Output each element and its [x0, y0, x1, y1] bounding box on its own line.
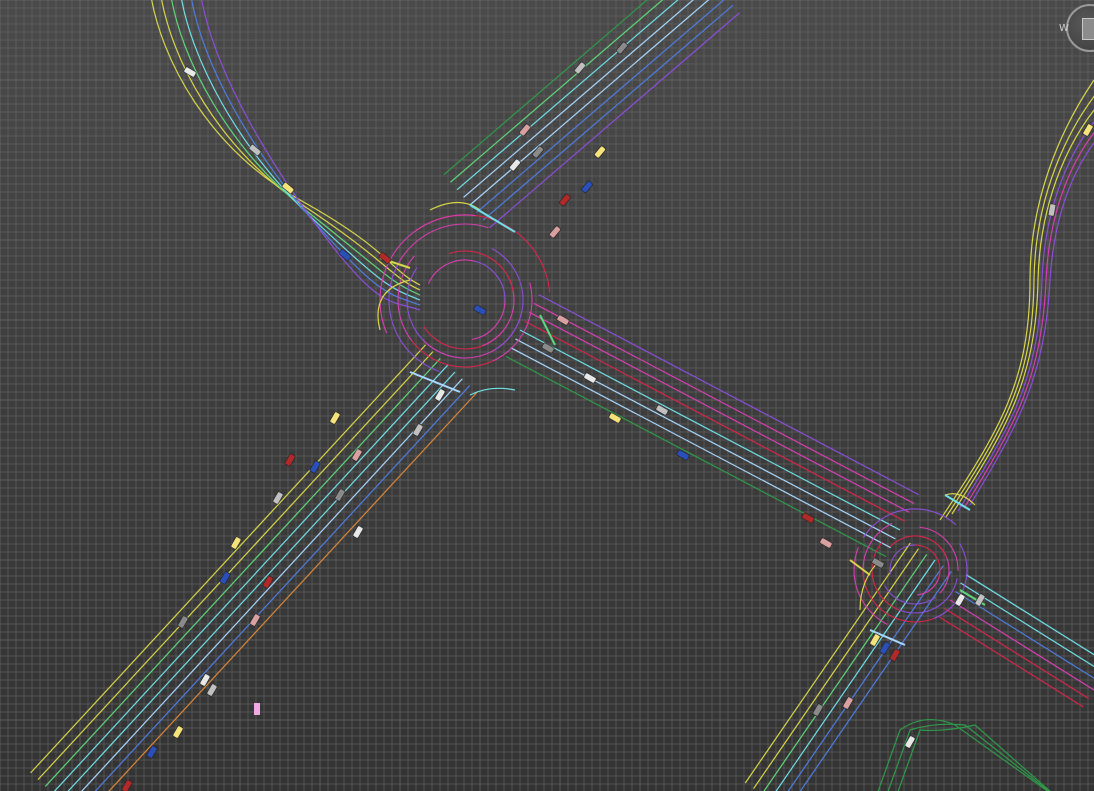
lane-line-sw-arterial-6[interactable]	[75, 385, 471, 791]
lane-line-east-arterial-s-1[interactable]	[753, 548, 920, 790]
lane-line-ne-arterial-7[interactable]	[489, 12, 740, 229]
vehicle[interactable]	[616, 41, 628, 55]
lane-line-se-arm-4[interactable]	[519, 329, 901, 531]
vehicle[interactable]	[889, 648, 901, 662]
lane-line-ne-arterial-6[interactable]	[482, 4, 734, 221]
junction-1-turn-arc-1[interactable]	[423, 326, 499, 350]
vehicle[interactable]	[334, 488, 346, 502]
vehicle[interactable]	[519, 123, 531, 137]
selection-marker[interactable]	[254, 703, 260, 715]
stop-bar-4[interactable]	[849, 559, 871, 576]
junction-2-turn-arc-11[interactable]	[889, 535, 948, 558]
vehicle[interactable]	[801, 512, 815, 524]
lane-line-se-arm-5[interactable]	[515, 338, 896, 540]
lane-line-sw-arterial-1[interactable]	[37, 351, 434, 781]
lane-line-east-curve-3[interactable]	[957, 92, 1094, 512]
lane-line-ne-arterial-0[interactable]	[443, 0, 694, 176]
vehicle[interactable]	[121, 779, 133, 791]
vehicle[interactable]	[172, 725, 184, 739]
lane-line-ne-arterial-3[interactable]	[463, 0, 713, 198]
vehicle[interactable]	[842, 696, 854, 710]
lane-line-east-arterial-s-2[interactable]	[762, 553, 928, 791]
vehicle[interactable]	[556, 314, 570, 326]
vehicle[interactable]	[473, 304, 487, 316]
junction-1-turn-arc-14[interactable]	[491, 248, 524, 350]
lane-line-se-arm-6[interactable]	[510, 347, 891, 549]
lane-line-sw-arterial-4[interactable]	[60, 371, 456, 791]
junction-2-turn-arc-7[interactable]	[899, 578, 958, 614]
vehicle[interactable]	[879, 641, 891, 655]
vehicle[interactable]	[249, 613, 261, 627]
lane-line-se-arm-1[interactable]	[533, 302, 915, 504]
lane-line-ne-arterial-4[interactable]	[469, 0, 720, 206]
lane-line-sw-arterial-3[interactable]	[53, 364, 449, 791]
junction-2-turn-arc-9[interactable]	[853, 546, 888, 625]
vehicle[interactable]	[272, 491, 284, 505]
junction-1-turn-arc-3[interactable]	[397, 255, 415, 343]
junction-1-turn-arc-12[interactable]	[427, 259, 475, 284]
lane-line-east-curve-1[interactable]	[945, 84, 1094, 518]
viewcube-compass-label: W	[1059, 23, 1069, 34]
vehicle[interactable]	[412, 423, 424, 437]
vehicle[interactable]	[812, 703, 824, 717]
junction-1-turn-arc-4[interactable]	[389, 223, 489, 290]
junction-2-turn-arc-12[interactable]	[919, 526, 959, 571]
vehicle[interactable]	[352, 525, 364, 539]
lane-line-east-arm-3[interactable]	[949, 599, 1094, 691]
vehicle[interactable]	[509, 158, 521, 172]
vehicle[interactable]	[309, 460, 321, 474]
vehicle[interactable]	[559, 193, 571, 207]
vehicle[interactable]	[230, 536, 242, 550]
junction-2-turn-arc-0[interactable]	[917, 569, 941, 596]
junction-1-turn-arc-8[interactable]	[422, 315, 522, 359]
vehicle[interactable]	[146, 745, 158, 759]
lane-line-east-curve-2[interactable]	[951, 88, 1094, 515]
vehicle[interactable]	[574, 61, 586, 75]
lane-line-east-arm-5[interactable]	[939, 616, 1084, 708]
lane-line-ne-arterial-5[interactable]	[476, 0, 727, 214]
lane-line-se-arm-2[interactable]	[529, 311, 910, 513]
vehicle[interactable]	[1047, 203, 1057, 217]
lane-line-east-arm-0[interactable]	[965, 574, 1094, 665]
viewcube-face[interactable]	[1082, 18, 1094, 40]
stop-bar-1[interactable]	[469, 204, 516, 233]
vehicle[interactable]	[676, 449, 690, 461]
lane-line-nw-curve-2[interactable]	[170, 0, 421, 296]
lane-line-green-loop-0[interactable]	[875, 719, 1060, 791]
vehicle[interactable]	[954, 593, 966, 607]
lane-line-se-arm-0[interactable]	[538, 294, 919, 496]
vehicle[interactable]	[583, 372, 597, 384]
vehicle[interactable]	[284, 453, 296, 467]
vehicle[interactable]	[262, 575, 274, 589]
junction-1-turn-arc-9[interactable]	[411, 339, 496, 368]
vehicle[interactable]	[338, 249, 352, 261]
vehicle[interactable]	[819, 537, 833, 549]
vehicle[interactable]	[549, 225, 561, 239]
road-network-scene[interactable]	[0, 0, 1094, 791]
junction-2-turn-arc-3[interactable]	[862, 522, 893, 589]
3d-viewport[interactable]: W	[0, 0, 1094, 791]
lane-line-east-curve-5[interactable]	[969, 100, 1094, 506]
vehicle[interactable]	[219, 571, 231, 585]
lane-line-se-arm-7[interactable]	[505, 356, 887, 558]
vehicle[interactable]	[199, 673, 211, 687]
lane-line-ne-arterial-1[interactable]	[450, 0, 700, 183]
vehicle[interactable]	[434, 388, 446, 402]
junction-1-turn-arc-6[interactable]	[473, 260, 506, 302]
junction-1-turn-arc-7[interactable]	[482, 274, 515, 347]
vehicle[interactable]	[177, 615, 189, 629]
lane-line-nw-curve-0[interactable]	[150, 0, 421, 286]
lane-line-east-arm-4[interactable]	[944, 607, 1090, 699]
junction-1-curb-se[interactable]	[469, 387, 516, 396]
vehicle[interactable]	[581, 180, 593, 194]
lane-line-sw-arterial-0[interactable]	[30, 344, 427, 774]
lane-line-east-arterial-s-0[interactable]	[744, 542, 911, 784]
lane-line-nw-curve-1[interactable]	[160, 0, 421, 291]
vehicle[interactable]	[206, 683, 218, 697]
vehicle[interactable]	[329, 411, 341, 425]
vehicle[interactable]	[594, 145, 606, 159]
lane-line-sw-arterial-2[interactable]	[44, 358, 441, 787]
lane-line-se-arm-3[interactable]	[524, 320, 905, 522]
